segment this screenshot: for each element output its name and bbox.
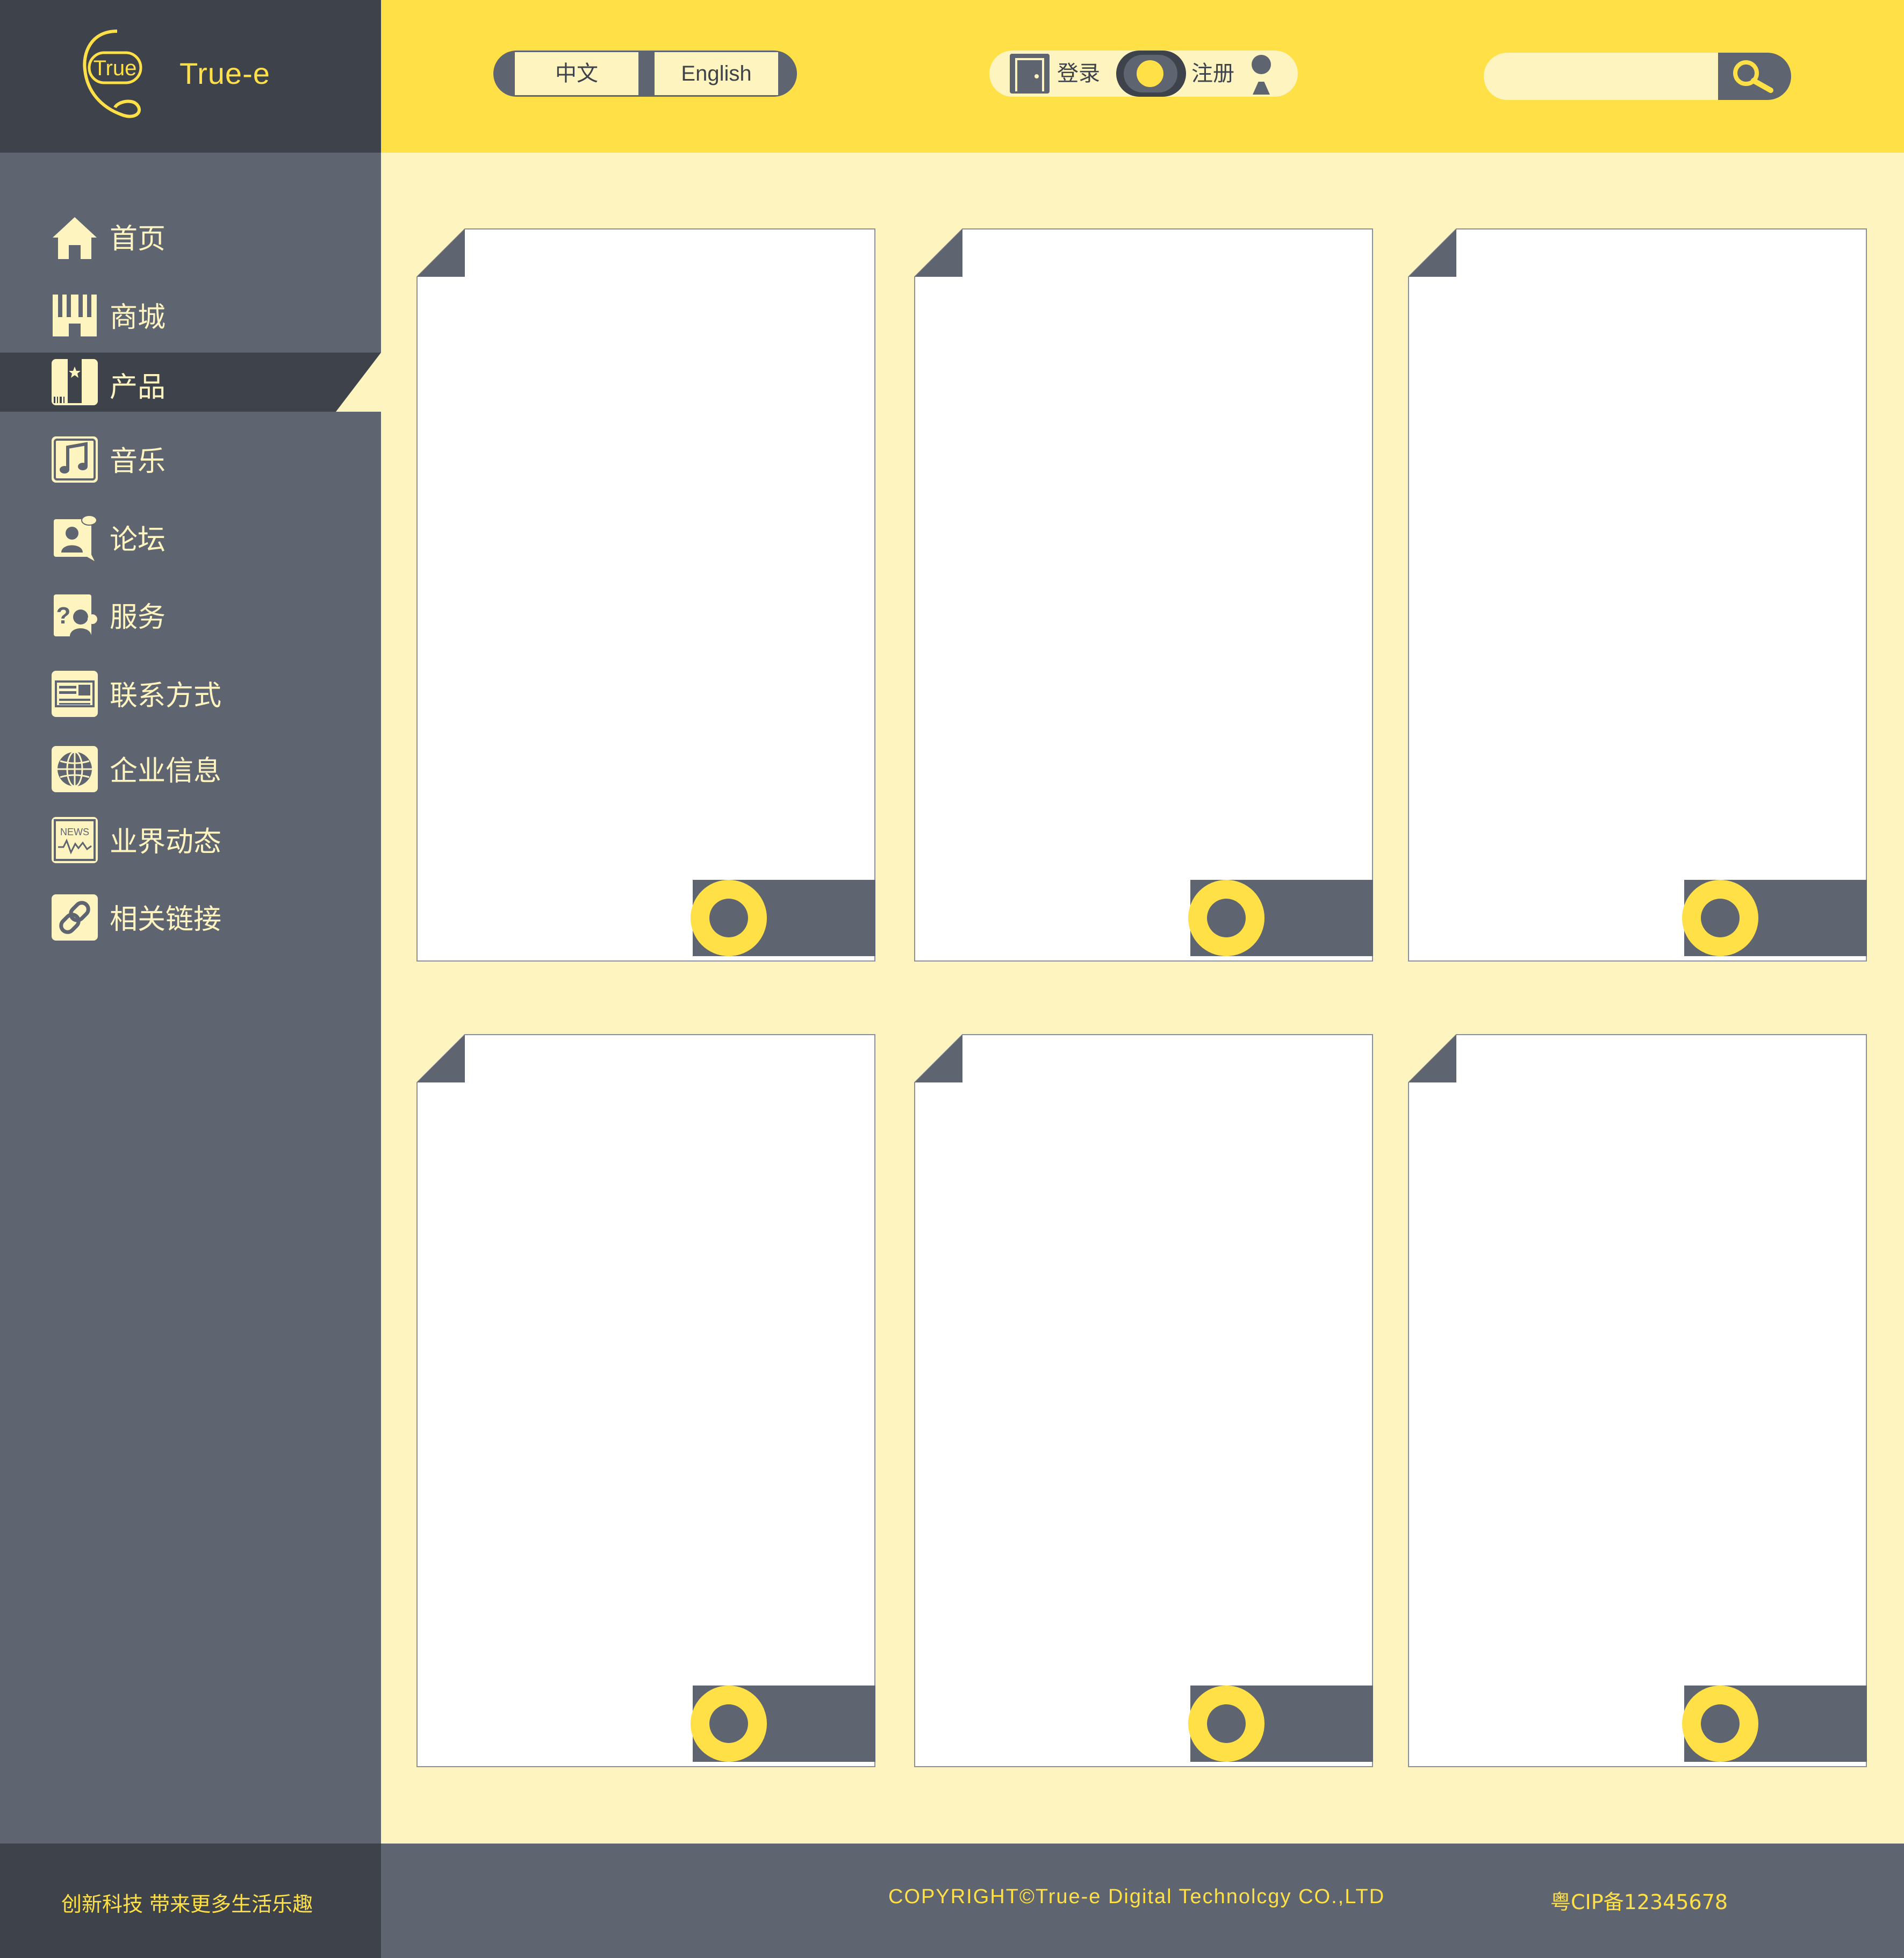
language-switch: 中文 English <box>493 51 797 97</box>
ring-icon <box>709 1704 748 1743</box>
language-chinese-button[interactable]: 中文 <box>515 52 638 95</box>
card-frame <box>1408 228 1867 962</box>
top-header: 中文 English 登录 注册 <box>381 0 1904 153</box>
register-button[interactable]: 注册 <box>1191 51 1234 97</box>
sidebar-item-contact[interactable]: 联系方式 <box>0 661 381 720</box>
footer: COPYRIGHT©True-e Digital Technolcgy CO.,… <box>381 1844 1904 1958</box>
auth-toggle[interactable] <box>1116 51 1186 97</box>
product-card[interactable] <box>914 1034 1373 1767</box>
footer-icp: 粤CIP备12345678 <box>1550 1890 1728 1914</box>
sidebar-item-label: 商城 <box>110 302 166 334</box>
product-icon <box>52 359 98 405</box>
logo-area[interactable]: True True-e <box>0 0 381 153</box>
sidebar-item-label: 相关链接 <box>110 903 222 936</box>
svg-text:True: True <box>94 56 137 80</box>
sidebar: True True-e 首页 商城 产品 音乐 论坛 ? 服务 联系方式 企业信… <box>0 0 381 1844</box>
sidebar-item-news[interactable]: NEWS 业界动态 <box>0 807 381 866</box>
music-icon <box>52 436 98 483</box>
sidebar-item-label: 论坛 <box>110 524 166 556</box>
link-icon <box>52 894 98 941</box>
store-icon <box>52 292 98 339</box>
logo-icon: True <box>83 30 142 118</box>
footer-left: 创新科技 带来更多生活乐趣 <box>0 1844 381 1958</box>
sidebar-item-label: 业界动态 <box>110 826 222 858</box>
brand-name: True-e <box>179 56 270 90</box>
card-action-button[interactable] <box>1682 880 1758 956</box>
card-frame <box>914 1034 1373 1767</box>
footer-copyright: COPYRIGHT©True-e Digital Technolcgy CO.,… <box>888 1885 1385 1908</box>
active-notch <box>336 353 381 412</box>
search-box <box>1484 53 1791 100</box>
svg-text:NEWS: NEWS <box>60 827 89 837</box>
card-frame <box>416 228 875 962</box>
search-icon <box>1733 60 1773 93</box>
product-card[interactable] <box>416 228 875 962</box>
product-card[interactable] <box>1408 228 1867 962</box>
sidebar-item-home[interactable]: 首页 <box>0 204 381 263</box>
toggle-knob <box>1137 60 1163 87</box>
user-icon <box>1252 55 1271 95</box>
sidebar-item-label: 服务 <box>110 601 166 634</box>
product-card[interactable] <box>1408 1034 1867 1767</box>
sidebar-item-label: 音乐 <box>110 446 166 478</box>
card-frame <box>416 1034 875 1767</box>
service-icon: ? <box>52 592 98 639</box>
sidebar-item-company[interactable]: 企业信息 <box>0 736 381 795</box>
search-button[interactable] <box>1718 53 1791 100</box>
forum-icon <box>52 515 98 561</box>
sidebar-item-forum[interactable]: 论坛 <box>0 505 381 564</box>
home-icon <box>52 214 98 260</box>
svg-text:?: ? <box>56 603 71 629</box>
sidebar-item-label: 联系方式 <box>110 680 222 712</box>
language-english-button[interactable]: English <box>655 52 778 95</box>
ring-icon <box>709 899 748 937</box>
contact-card-icon <box>52 671 98 717</box>
ring-icon <box>1207 1704 1246 1743</box>
globe-icon <box>52 746 98 792</box>
sidebar-item-label: 企业信息 <box>110 755 222 787</box>
sidebar-item-product[interactable]: 产品 <box>0 353 381 412</box>
footer-slogan: 创新科技 带来更多生活乐趣 <box>61 1892 313 1916</box>
search-input[interactable] <box>1484 53 1720 100</box>
sidebar-item-store[interactable]: 商城 <box>0 283 381 342</box>
ring-icon <box>1701 1704 1740 1743</box>
card-action-button[interactable] <box>1682 1686 1758 1762</box>
card-action-button[interactable] <box>1188 1686 1264 1762</box>
card-action-button[interactable] <box>691 880 767 956</box>
login-button[interactable]: 登录 <box>1057 51 1100 97</box>
card-frame <box>1408 1034 1867 1767</box>
sidebar-item-service[interactable]: ? 服务 <box>0 583 381 642</box>
auth-switch: 登录 注册 <box>989 51 1298 97</box>
news-icon: NEWS <box>52 817 98 863</box>
product-card[interactable] <box>416 1034 875 1767</box>
door-icon <box>1010 54 1050 94</box>
sidebar-item-label: 产品 <box>110 371 166 404</box>
ring-icon <box>1701 899 1740 937</box>
product-card[interactable] <box>914 228 1373 962</box>
sidebar-item-label: 首页 <box>110 223 166 255</box>
sidebar-item-links[interactable]: 相关链接 <box>0 885 381 944</box>
sidebar-item-music[interactable]: 音乐 <box>0 427 381 486</box>
card-frame <box>914 228 1373 962</box>
ring-icon <box>1207 899 1246 937</box>
card-action-button[interactable] <box>1188 880 1264 956</box>
card-action-button[interactable] <box>691 1686 767 1762</box>
